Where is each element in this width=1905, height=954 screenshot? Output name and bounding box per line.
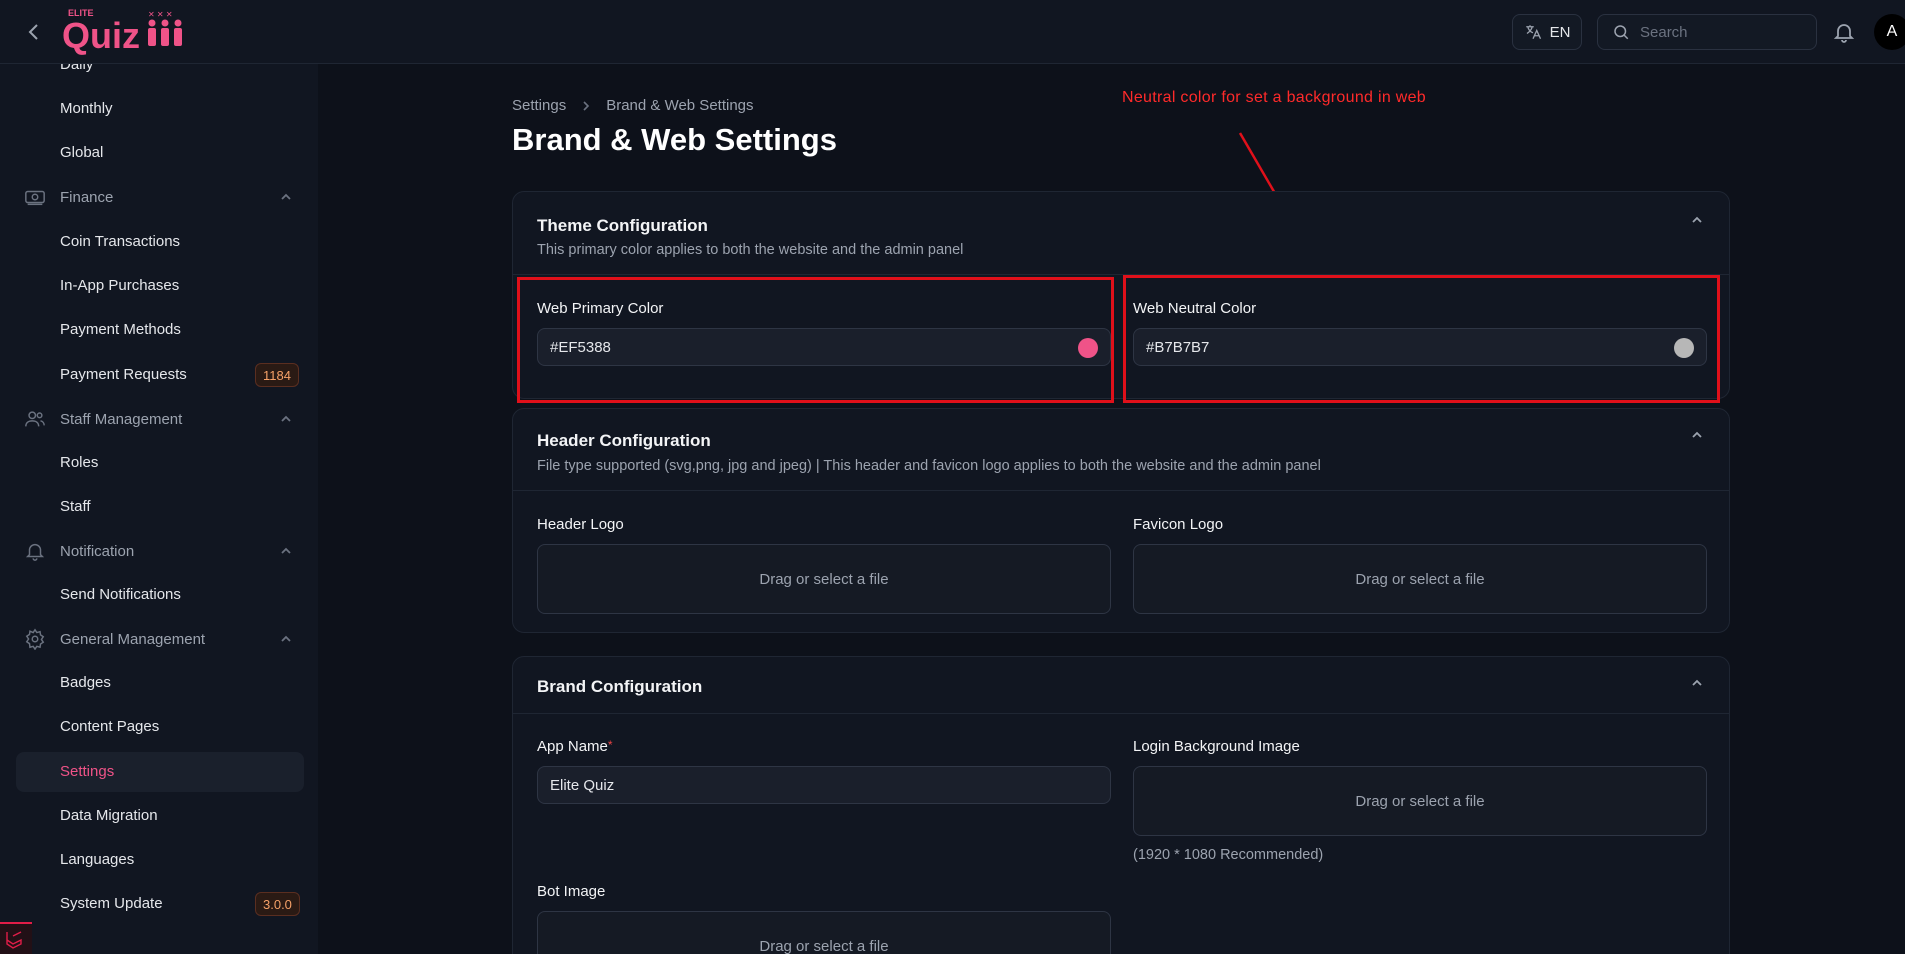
svg-text:✕ ✕ ✕: ✕ ✕ ✕ [148, 10, 173, 19]
sidebar-group-label: General Management [60, 630, 206, 648]
chevron-up-icon [281, 547, 291, 554]
login-background-label: Login Background Image [1133, 738, 1300, 755]
annotation-text: Neutral color for set a background in we… [1122, 89, 1427, 106]
language-label: EN [1549, 23, 1571, 41]
card-title: Header Configuration [537, 431, 711, 450]
sidebar-item-languages[interactable]: Languages [60, 851, 134, 868]
sidebar-item-daily[interactable]: Daily [60, 64, 93, 73]
bot-image-dropzone[interactable]: Drag or select a file [537, 911, 1111, 954]
header-logo-label: Header Logo [537, 516, 624, 533]
sidebar-group-general-management[interactable]: General Management [24, 624, 294, 654]
sidebar-group-finance[interactable]: Finance [24, 182, 294, 212]
favicon-logo-label: Favicon Logo [1133, 516, 1224, 533]
sidebar-group-label: Staff Management [60, 410, 183, 428]
required-mark: * [607, 738, 613, 752]
brand-configuration-card: Brand Configuration App Name* Elite Quiz… [512, 656, 1730, 954]
search-box[interactable] [1597, 14, 1817, 50]
sidebar-group-label: Notification [60, 542, 135, 560]
highlight-box-neutral [1123, 275, 1720, 403]
chevron-up-icon[interactable] [1689, 675, 1705, 691]
main-content: Settings Brand & Web Settings Brand & We… [318, 64, 1905, 954]
gear-icon [25, 628, 45, 650]
system-update-version-badge: 3.0.0 [255, 892, 300, 916]
bot-image-label: Bot Image [537, 883, 606, 900]
card-description: This primary color applies to both the w… [537, 242, 964, 258]
divider [513, 713, 1729, 714]
users-icon [25, 411, 45, 427]
logo-figures-icon: ✕ ✕ ✕ [148, 10, 182, 46]
chevron-up-icon [281, 635, 291, 642]
breadcrumb-root[interactable]: Settings [512, 97, 566, 114]
chevron-right-icon [583, 100, 590, 111]
translate-icon [1525, 25, 1541, 40]
search-input[interactable] [1640, 23, 1800, 41]
highlight-box-primary [517, 277, 1114, 403]
chevron-up-icon[interactable] [1689, 212, 1705, 228]
favicon-logo-dropzone[interactable]: Drag or select a file [1133, 544, 1707, 614]
sidebar-item-send-notifications[interactable]: Send Notifications [60, 586, 181, 603]
sidebar-item-roles[interactable]: Roles [60, 454, 98, 471]
header-configuration-card: Header Configuration File type supported… [512, 408, 1730, 633]
sidebar-group-staff-management[interactable]: Staff Management [24, 404, 294, 434]
sidebar-item-monthly[interactable]: Monthly [60, 100, 113, 117]
login-background-hint: (1920 * 1080 Recommended) [1133, 847, 1324, 863]
login-background-dropzone[interactable]: Drag or select a file [1133, 766, 1707, 836]
sidebar-item-data-migration[interactable]: Data Migration [60, 807, 158, 824]
sidebar-item-system-update[interactable]: System Update [60, 895, 163, 912]
card-title: Brand Configuration [537, 677, 703, 696]
sidebar-item-badges[interactable]: Badges [60, 674, 111, 691]
sidebar-item-global[interactable]: Global [60, 144, 103, 161]
page-title: Brand & Web Settings [512, 122, 837, 157]
payment-requests-count-badge: 1184 [255, 363, 299, 387]
top-bar: ELITE Quiz ✕ ✕ ✕ EN A [0, 0, 1905, 64]
chevron-left-icon[interactable] [22, 20, 46, 44]
avatar[interactable]: A [1874, 14, 1905, 50]
sidebar-group-label: Finance [60, 188, 114, 206]
app-name-input[interactable]: Elite Quiz [537, 766, 1111, 804]
money-icon [25, 190, 45, 206]
app-name-value: Elite Quiz [550, 776, 615, 794]
laravel-icon[interactable] [0, 922, 32, 954]
sidebar-item-in-app-purchases[interactable]: In-App Purchases [60, 277, 179, 294]
chevron-up-icon [281, 193, 291, 200]
breadcrumb: Settings Brand & Web Settings [512, 97, 754, 114]
app-logo[interactable]: ELITE Quiz ✕ ✕ ✕ [62, 6, 192, 56]
card-description: File type supported (svg,png, jpg and jp… [537, 458, 1321, 474]
breadcrumb-current: Brand & Web Settings [606, 97, 754, 114]
header-logo-dropzone[interactable]: Drag or select a file [537, 544, 1111, 614]
language-button[interactable]: EN [1512, 14, 1582, 50]
sidebar: Daily Monthly Global Finance Coin Transa… [0, 64, 318, 954]
bell-icon [25, 543, 45, 561]
sidebar-item-staff[interactable]: Staff [60, 498, 91, 515]
divider [513, 490, 1729, 491]
app-name-label-text: App Name [537, 738, 608, 755]
chevron-up-icon[interactable] [1689, 427, 1705, 443]
bell-icon[interactable] [1832, 20, 1856, 44]
app-name-label: App Name* [537, 738, 613, 755]
chevron-up-icon [281, 415, 291, 422]
sidebar-group-notification[interactable]: Notification [24, 536, 294, 566]
sidebar-item-content-pages[interactable]: Content Pages [60, 718, 159, 735]
sidebar-item-payment-methods[interactable]: Payment Methods [60, 321, 181, 338]
logo-text: Quiz [62, 15, 140, 56]
sidebar-item-payment-requests[interactable]: Payment Requests [60, 366, 187, 383]
card-title: Theme Configuration [537, 216, 708, 235]
sidebar-item-settings[interactable]: Settings [60, 763, 114, 780]
search-icon [1614, 25, 1629, 40]
sidebar-item-coin-transactions[interactable]: Coin Transactions [60, 233, 180, 250]
